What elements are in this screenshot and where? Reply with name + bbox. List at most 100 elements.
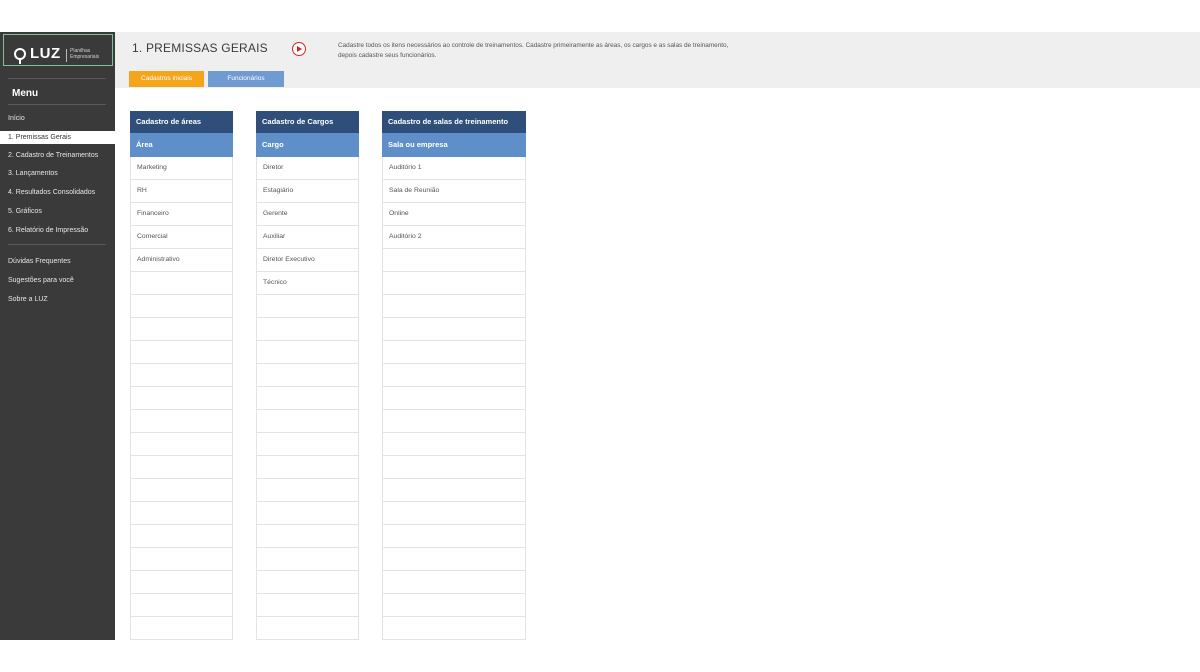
table-cell[interactable] bbox=[256, 502, 359, 525]
logo-divider bbox=[66, 49, 67, 62]
sidebar-item-premissas-gerais[interactable]: 1. Premissas Gerais bbox=[0, 131, 115, 144]
table-cell[interactable] bbox=[130, 295, 233, 318]
page-description: Cadastre todos os itens necessários ao c… bbox=[338, 42, 729, 59]
table-cell[interactable] bbox=[130, 364, 233, 387]
sidebar-item-sobre[interactable]: Sobre a LUZ bbox=[0, 293, 115, 306]
table-cell[interactable] bbox=[256, 433, 359, 456]
page-title: 1. PREMISSAS GERAIS bbox=[132, 41, 268, 55]
table-cell[interactable] bbox=[382, 341, 526, 364]
table-cell[interactable] bbox=[382, 295, 526, 318]
logo-text: LUZ bbox=[30, 45, 61, 62]
logo-subtitle: Planilhas Empresariais bbox=[70, 48, 100, 60]
table-cell[interactable]: Diretor bbox=[256, 157, 359, 180]
table-cell[interactable] bbox=[256, 479, 359, 502]
table-cell[interactable] bbox=[256, 364, 359, 387]
letterbox-top bbox=[0, 0, 1200, 32]
play-icon[interactable] bbox=[292, 42, 306, 56]
table-cell[interactable]: Comercial bbox=[130, 226, 233, 249]
sidebar-item-graficos[interactable]: 5. Gráficos bbox=[0, 205, 115, 218]
table-cell[interactable]: Marketing bbox=[130, 157, 233, 180]
table-cell[interactable] bbox=[382, 364, 526, 387]
table-cell[interactable] bbox=[130, 479, 233, 502]
table-cell[interactable] bbox=[256, 617, 359, 640]
table-cell[interactable] bbox=[256, 295, 359, 318]
table-cell[interactable] bbox=[256, 410, 359, 433]
table-cell[interactable] bbox=[382, 318, 526, 341]
table-cell[interactable]: Técnico bbox=[256, 272, 359, 295]
table-cell[interactable] bbox=[256, 387, 359, 410]
sidebar-item-inicio[interactable]: Início bbox=[0, 112, 115, 125]
table-title: Cadastro de salas de treinamento bbox=[382, 111, 526, 133]
table-cell[interactable] bbox=[256, 341, 359, 364]
table-cell[interactable] bbox=[256, 594, 359, 617]
table-cell[interactable] bbox=[130, 341, 233, 364]
table-cell[interactable] bbox=[130, 548, 233, 571]
table-cell[interactable] bbox=[256, 548, 359, 571]
table-cell[interactable] bbox=[130, 617, 233, 640]
table-cell[interactable] bbox=[382, 594, 526, 617]
sidebar-item-duvidas[interactable]: Dúvidas Frequentes bbox=[0, 255, 115, 268]
table-title: Cadastro de áreas bbox=[130, 111, 233, 133]
table-cell[interactable] bbox=[382, 456, 526, 479]
table-cell[interactable] bbox=[130, 525, 233, 548]
table-cell[interactable] bbox=[382, 548, 526, 571]
table-cell[interactable] bbox=[256, 525, 359, 548]
table-cell[interactable] bbox=[130, 502, 233, 525]
table-cell[interactable] bbox=[382, 249, 526, 272]
table-cell[interactable]: Auditório 1 bbox=[382, 157, 526, 180]
table-cell[interactable] bbox=[382, 387, 526, 410]
table-cell[interactable]: Auditório 2 bbox=[382, 226, 526, 249]
table-cell[interactable]: Online bbox=[382, 203, 526, 226]
page-header: 1. PREMISSAS GERAIS Cadastre todos os it… bbox=[115, 32, 1200, 88]
column-header: Cargo bbox=[256, 133, 359, 157]
table-title: Cadastro de Cargos bbox=[256, 111, 359, 133]
tab-cadastros-iniciais[interactable]: Cadastros iniciais bbox=[129, 71, 204, 87]
table-cell[interactable] bbox=[382, 272, 526, 295]
table-cell[interactable]: Administrativo bbox=[130, 249, 233, 272]
sidebar-divider bbox=[8, 104, 106, 105]
table-areas: Cadastro de áreas Área Marketing RH Financ… bbox=[130, 111, 233, 640]
menu-title: Menu bbox=[12, 88, 39, 99]
table-cell[interactable]: Sala de Reunião bbox=[382, 180, 526, 203]
sidebar-item-cadastro-treinamentos[interactable]: 2. Cadastro de Treinamentos bbox=[0, 149, 115, 162]
table-cell[interactable] bbox=[382, 502, 526, 525]
tab-funcionarios[interactable]: Funcionários bbox=[208, 71, 284, 87]
sidebar-item-lancamentos[interactable]: 3. Lançamentos bbox=[0, 167, 115, 180]
table-cargos: Cadastro de Cargos Cargo Diretor Estagiár… bbox=[256, 111, 359, 640]
table-cell[interactable] bbox=[382, 617, 526, 640]
table-cell[interactable] bbox=[130, 594, 233, 617]
table-cell[interactable] bbox=[130, 571, 233, 594]
table-cell[interactable] bbox=[130, 387, 233, 410]
table-cell[interactable]: Diretor Executivo bbox=[256, 249, 359, 272]
table-cell[interactable]: Gerente bbox=[256, 203, 359, 226]
sidebar-item-resultados-consolidados[interactable]: 4. Resultados Consolidados bbox=[0, 186, 115, 199]
table-cell[interactable] bbox=[382, 410, 526, 433]
table-cell[interactable] bbox=[382, 571, 526, 594]
table-cell[interactable] bbox=[130, 272, 233, 295]
logo[interactable]: LUZ Planilhas Empresariais bbox=[3, 34, 113, 66]
table-cell[interactable] bbox=[130, 318, 233, 341]
column-header: Sala ou empresa bbox=[382, 133, 526, 157]
table-cell[interactable] bbox=[130, 410, 233, 433]
sidebar: LUZ Planilhas Empresariais Menu Início 1… bbox=[0, 32, 115, 640]
sidebar-divider bbox=[8, 78, 106, 79]
table-cell[interactable] bbox=[130, 456, 233, 479]
letterbox-bottom bbox=[0, 640, 1200, 672]
table-cell[interactable] bbox=[256, 571, 359, 594]
table-cell[interactable] bbox=[382, 433, 526, 456]
table-cell[interactable]: Financeiro bbox=[130, 203, 233, 226]
table-cell[interactable] bbox=[382, 525, 526, 548]
table-cell[interactable]: Auxiliar bbox=[256, 226, 359, 249]
column-header: Área bbox=[130, 133, 233, 157]
lightbulb-stem-icon bbox=[19, 59, 21, 64]
sidebar-item-sugestoes[interactable]: Sugestões para você bbox=[0, 274, 115, 287]
table-cell[interactable]: RH bbox=[130, 180, 233, 203]
table-cell[interactable]: Estagiário bbox=[256, 180, 359, 203]
table-salas: Cadastro de salas de treinamento Sala ou… bbox=[382, 111, 526, 640]
table-cell[interactable] bbox=[382, 479, 526, 502]
table-cell[interactable] bbox=[256, 456, 359, 479]
sidebar-item-relatorio-impressao[interactable]: 6. Relatório de Impressão bbox=[0, 224, 115, 237]
sidebar-divider bbox=[8, 244, 106, 245]
table-cell[interactable] bbox=[130, 433, 233, 456]
table-cell[interactable] bbox=[256, 318, 359, 341]
